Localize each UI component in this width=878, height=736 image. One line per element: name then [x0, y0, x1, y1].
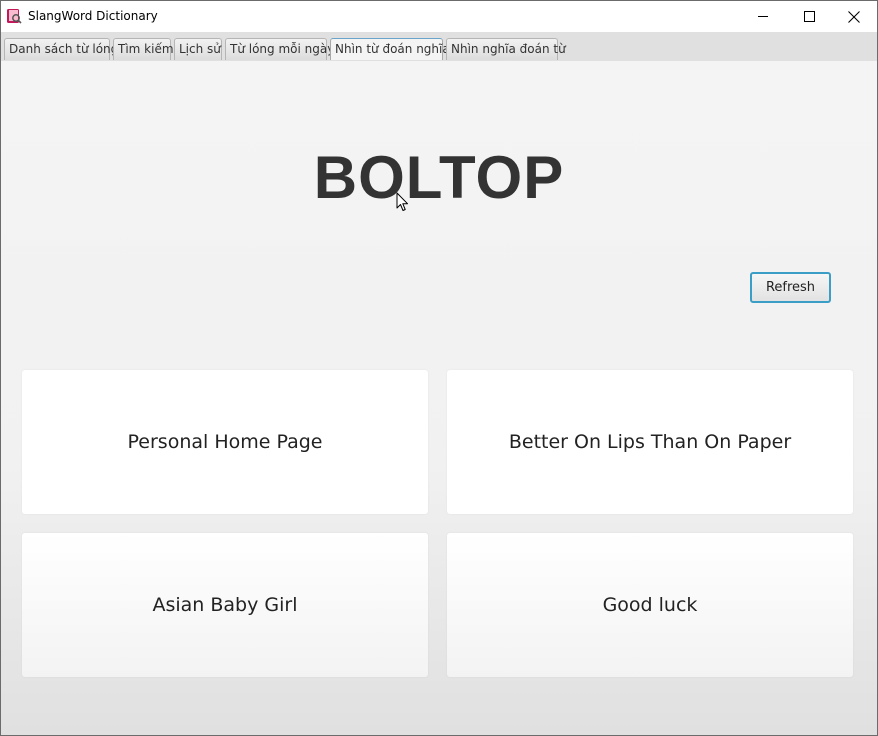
answer-option-4[interactable]: Good luck [447, 533, 853, 677]
quiz-panel: BOLTOP Refresh Personal Home Page Better… [1, 61, 877, 735]
dictionary-app-icon [6, 8, 22, 24]
app-window: SlangWord Dictionary Danh sách từ lóng T… [0, 0, 878, 736]
tab-search[interactable]: Tìm kiếm [113, 38, 174, 60]
minimize-button[interactable] [740, 1, 786, 32]
answer-option-3[interactable]: Asian Baby Girl [22, 533, 428, 677]
tab-bar: Danh sách từ lóng Tìm kiếm Lịch sử Từ ló… [1, 32, 877, 62]
minimize-icon [757, 11, 769, 22]
maximize-button[interactable] [786, 1, 832, 32]
tab-guess-meaning[interactable]: Nhìn từ đoán nghĩa [330, 38, 450, 60]
refresh-button[interactable]: Refresh [750, 272, 831, 303]
maximize-icon [803, 11, 815, 22]
tab-guess-word[interactable]: Nhìn nghĩa đoán từ [446, 38, 566, 60]
window-title: SlangWord Dictionary [28, 9, 158, 23]
tab-daily-slang[interactable]: Từ lóng mỗi ngày [225, 38, 334, 60]
mouse-cursor-icon [396, 192, 410, 216]
quiz-word: BOLTOP [313, 144, 565, 211]
tab-history[interactable]: Lịch sử [174, 38, 222, 60]
close-button[interactable] [831, 1, 877, 32]
close-icon [848, 10, 860, 23]
tab-slang-list[interactable]: Danh sách từ lóng [4, 38, 118, 60]
answer-option-1[interactable]: Personal Home Page [22, 370, 428, 514]
answer-option-2[interactable]: Better On Lips Than On Paper [447, 370, 853, 514]
title-bar[interactable]: SlangWord Dictionary [1, 1, 877, 32]
